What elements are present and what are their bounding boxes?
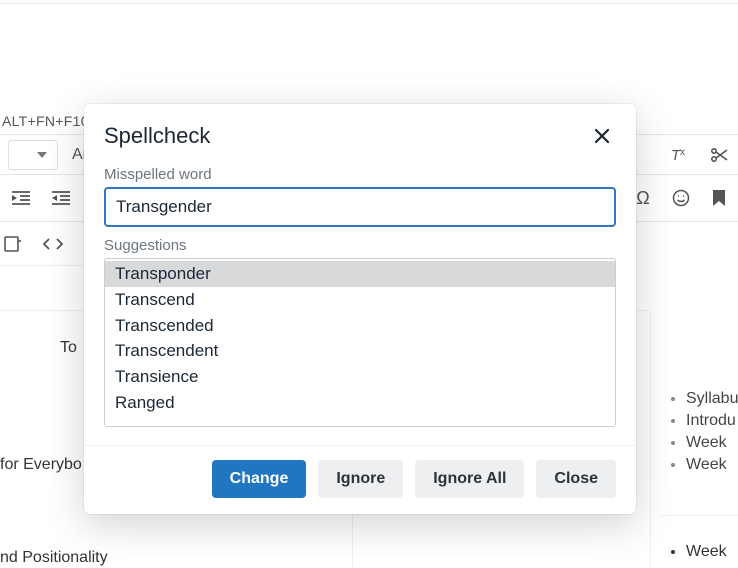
dialog-title: Spellcheck	[104, 123, 210, 149]
list-item: Syllabu	[686, 390, 738, 408]
emoji-icon[interactable]	[670, 187, 692, 209]
close-button[interactable]: Close	[536, 460, 616, 498]
bg-col1-heading: To	[60, 339, 77, 357]
panel-icon[interactable]	[2, 233, 24, 255]
bg-text-fragment-2: nd Positionality	[0, 549, 108, 567]
svg-text:x: x	[680, 147, 685, 158]
code-icon[interactable]	[42, 233, 64, 255]
ignore-all-button[interactable]: Ignore All	[415, 460, 524, 498]
suggestion-item[interactable]: Ranged	[105, 390, 615, 416]
spellcheck-dialog: Spellcheck Misspelled word Suggestions T…	[84, 104, 636, 514]
list-item: Week	[686, 456, 738, 474]
list-item: Week	[686, 543, 727, 561]
clear-format-icon[interactable]: Tx	[670, 144, 692, 166]
scissors-icon[interactable]	[708, 144, 730, 166]
list-item: Introdu	[686, 412, 738, 430]
suggestion-item[interactable]: Transcended	[105, 313, 615, 339]
misspelled-word-label: Misspelled word	[104, 166, 616, 183]
shortcut-hint: ALT+FN+F10	[0, 113, 89, 129]
suggestions-label: Suggestions	[104, 237, 616, 254]
bg-text-fragment-1: for Everybo	[0, 456, 82, 474]
misspelled-word-input[interactable]	[104, 187, 616, 227]
close-icon[interactable]	[588, 122, 616, 150]
indent-increase-icon[interactable]	[10, 187, 32, 209]
bg-outline-list: Syllabu Introdu Week Week	[668, 390, 738, 478]
indent-decrease-icon[interactable]	[50, 187, 72, 209]
change-button[interactable]: Change	[212, 460, 307, 498]
list-item: Week	[686, 434, 738, 452]
ignore-button[interactable]: Ignore	[318, 460, 403, 498]
dialog-footer: Change Ignore Ignore All Close	[84, 445, 636, 514]
suggestion-item[interactable]: Transience	[105, 364, 615, 390]
bookmark-icon[interactable]	[708, 187, 730, 209]
suggestion-item[interactable]: Transcend	[105, 287, 615, 313]
block-format-select[interactable]	[8, 140, 58, 170]
suggestion-item[interactable]: Transcendent	[105, 338, 615, 364]
suggestion-item[interactable]: Transponder	[105, 261, 615, 287]
suggestions-listbox[interactable]: Transponder Transcend Transcended Transc…	[104, 258, 616, 427]
bg-outline-list-2: Week	[668, 543, 727, 561]
